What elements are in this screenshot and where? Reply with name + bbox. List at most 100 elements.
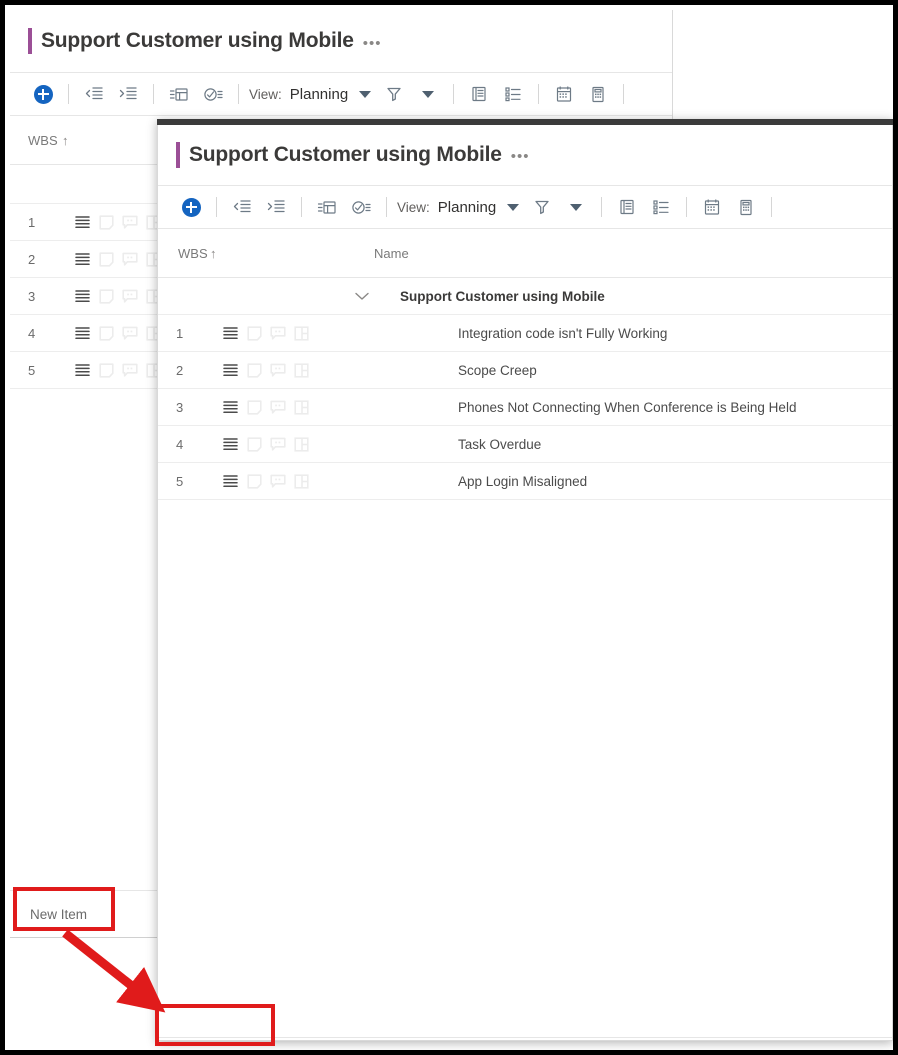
fg-toolbar-separator-2 <box>301 197 302 217</box>
bg-toolbar-separator-2 <box>153 84 154 104</box>
row-comment-icon[interactable] <box>122 215 138 230</box>
table-row[interactable]: 2 Scope Creep <box>158 352 892 389</box>
row-note-icon[interactable] <box>99 288 114 304</box>
fg-title-more-icon[interactable]: ••• <box>511 149 530 164</box>
fg-outdent-button[interactable] <box>228 192 256 222</box>
row-note-icon[interactable] <box>99 325 114 341</box>
row-note-icon[interactable] <box>99 362 114 378</box>
fg-toolbar-separator-3 <box>386 197 387 217</box>
fg-filter-dropdown[interactable] <box>562 192 590 222</box>
row-note-icon[interactable] <box>247 325 262 341</box>
bg-insert-row-button[interactable] <box>165 79 193 109</box>
table-row[interactable]: 4 Task Overdue <box>158 426 892 463</box>
bg-toolbar-separator-3 <box>238 84 239 104</box>
fg-new-item-row[interactable]: Test solution <box>158 1037 892 1040</box>
bg-toolbar-separator-1 <box>68 84 69 104</box>
fg-outline-view-button[interactable] <box>647 192 675 222</box>
row-menu-icon[interactable] <box>222 363 239 377</box>
row-comment-icon[interactable] <box>122 363 138 378</box>
fg-summary-view-button[interactable] <box>613 192 641 222</box>
row-menu-icon[interactable] <box>222 474 239 488</box>
row-note-icon[interactable] <box>247 399 262 415</box>
fg-summary-row[interactable]: Support Customer using Mobile <box>158 278 892 315</box>
fg-calendar-button[interactable] <box>698 192 726 222</box>
row-comment-icon[interactable] <box>122 326 138 341</box>
row-note-icon[interactable] <box>99 214 114 230</box>
row-layout-icon[interactable] <box>294 325 309 341</box>
bg-title-more-icon[interactable]: ••• <box>363 36 382 51</box>
bg-summary-view-button[interactable] <box>465 79 493 109</box>
row-menu-icon[interactable] <box>222 437 239 451</box>
row-note-icon[interactable] <box>247 473 262 489</box>
fg-toolbar: View: Planning <box>158 186 892 229</box>
bg-calendar-button[interactable] <box>550 79 578 109</box>
table-row[interactable]: 5 App Login Misaligned <box>158 463 892 500</box>
chevron-down-icon <box>570 203 583 211</box>
bg-filter-dropdown[interactable] <box>414 79 442 109</box>
row-menu-icon[interactable] <box>74 326 91 340</box>
bg-calculator-button[interactable] <box>584 79 612 109</box>
row-comment-icon[interactable] <box>270 474 286 489</box>
fg-view-label: View: <box>397 199 430 215</box>
fg-task-status-button[interactable] <box>347 192 375 222</box>
row-comment-icon[interactable] <box>270 363 286 378</box>
fg-grid-header: WBS ↑ Name <box>158 229 892 278</box>
row-name-cell: Phones Not Connecting When Conference is… <box>458 399 797 415</box>
plus-circle-icon <box>181 197 201 217</box>
bg-column-header-wbs[interactable]: WBS <box>10 133 62 148</box>
row-comment-icon[interactable] <box>122 289 138 304</box>
bg-view-dropdown[interactable]: Planning <box>290 86 372 103</box>
row-menu-icon[interactable] <box>74 363 91 377</box>
screenshot-root: Support Customer using Mobile ••• View: … <box>0 0 898 1055</box>
bg-outdent-button[interactable] <box>80 79 108 109</box>
bg-title-accent-bar <box>28 28 32 54</box>
table-row[interactable]: 1 Integration code isn't Fully Working <box>158 315 892 352</box>
bg-indent-button[interactable] <box>114 79 142 109</box>
fg-toolbar-separator-6 <box>771 197 773 217</box>
row-menu-icon[interactable] <box>74 289 91 303</box>
bg-outline-view-button[interactable] <box>499 79 527 109</box>
bg-title-row: Support Customer using Mobile ••• <box>10 10 673 73</box>
row-menu-icon[interactable] <box>222 400 239 414</box>
fg-grid-wrapper: Support Customer using Mobile 1 Integrati… <box>158 278 892 1037</box>
row-comment-icon[interactable] <box>122 252 138 267</box>
row-wbs-cell: 2 <box>176 362 184 378</box>
fg-column-header-wbs[interactable]: WBS <box>158 246 210 261</box>
row-menu-icon[interactable] <box>74 252 91 266</box>
fg-filter-button[interactable] <box>528 192 556 222</box>
table-row[interactable]: 3 Phones Not Connecting When Conference i… <box>158 389 892 426</box>
row-layout-icon[interactable] <box>294 473 309 489</box>
fg-grid-empty-area <box>158 500 892 1037</box>
bg-task-status-button[interactable] <box>199 79 227 109</box>
fg-calculator-button[interactable] <box>732 192 760 222</box>
bg-add-item-button[interactable] <box>29 79 57 109</box>
row-layout-icon[interactable] <box>294 436 309 452</box>
row-wbs-cell: 1 <box>176 325 184 341</box>
bg-sort-ascending-icon[interactable]: ↑ <box>62 133 104 148</box>
fg-insert-row-button[interactable] <box>313 192 341 222</box>
row-wbs-cell: 5 <box>28 362 36 378</box>
fg-toolbar-separator-1 <box>216 197 217 217</box>
row-layout-icon[interactable] <box>294 362 309 378</box>
row-comment-icon[interactable] <box>270 400 286 415</box>
bg-filter-button[interactable] <box>380 79 408 109</box>
fg-title-row: Support Customer using Mobile ••• <box>158 125 892 186</box>
row-comment-icon[interactable] <box>270 437 286 452</box>
fg-indent-button[interactable] <box>262 192 290 222</box>
fg-page-title: Support Customer using Mobile <box>189 143 502 166</box>
fg-add-item-button[interactable] <box>177 192 205 222</box>
row-layout-icon[interactable] <box>294 399 309 415</box>
bg-new-item-label: New Item <box>30 906 88 922</box>
fg-column-header-name[interactable]: Name <box>252 246 892 261</box>
row-menu-icon[interactable] <box>222 326 239 340</box>
chevron-down-icon <box>359 90 372 98</box>
row-comment-icon[interactable] <box>270 326 286 341</box>
plus-circle-icon <box>33 84 53 104</box>
row-note-icon[interactable] <box>99 251 114 267</box>
fg-view-dropdown[interactable]: Planning <box>438 199 520 216</box>
fg-summary-expand-toggle[interactable] <box>330 290 394 302</box>
row-note-icon[interactable] <box>247 362 262 378</box>
row-note-icon[interactable] <box>247 436 262 452</box>
fg-sort-ascending-icon[interactable]: ↑ <box>210 246 252 261</box>
row-menu-icon[interactable] <box>74 215 91 229</box>
